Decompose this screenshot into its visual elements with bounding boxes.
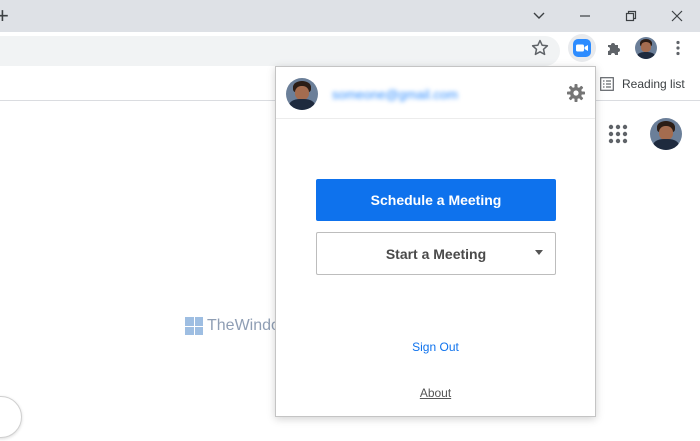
zoom-camera-icon — [573, 39, 591, 57]
about-link[interactable]: About — [276, 386, 595, 400]
popup-header: someone@gmail.com — [276, 67, 595, 119]
user-email: someone@gmail.com — [332, 87, 458, 102]
floating-circle-button[interactable] — [0, 396, 22, 438]
extensions-button[interactable] — [600, 34, 628, 62]
caret-down-icon[interactable] — [535, 250, 543, 255]
windows-logo-icon — [185, 317, 203, 335]
kebab-menu-icon — [676, 40, 680, 56]
account-avatar[interactable] — [650, 118, 682, 150]
profile-avatar[interactable] — [632, 34, 660, 62]
reading-list-icon — [600, 77, 614, 91]
browser-toolbar — [0, 32, 700, 68]
reading-list-label: Reading list — [622, 77, 685, 91]
close-button[interactable] — [654, 0, 700, 32]
zoom-extension-button[interactable] — [568, 34, 596, 62]
address-bar[interactable] — [0, 36, 560, 66]
start-meeting-label: Start a Meeting — [385, 245, 487, 262]
sign-out-link[interactable]: Sign Out — [276, 340, 595, 354]
gear-icon[interactable] — [566, 83, 586, 103]
browser-menu-button[interactable] — [664, 34, 692, 62]
restore-button[interactable] — [608, 0, 654, 32]
minimize-icon — [580, 15, 590, 17]
chevron-down-icon — [533, 12, 545, 19]
puzzle-icon — [608, 43, 620, 55]
tab-search-button[interactable] — [516, 0, 562, 32]
new-tab-button[interactable]: + — [0, 4, 16, 28]
google-apps-icon[interactable] — [608, 124, 628, 144]
minimize-button[interactable] — [562, 0, 608, 32]
user-avatar — [286, 78, 318, 110]
reading-list-button[interactable]: Reading list — [600, 74, 685, 94]
close-icon — [671, 10, 683, 22]
star-icon[interactable] — [530, 38, 550, 58]
title-bar: + — [0, 0, 700, 32]
schedule-meeting-button[interactable]: Schedule a Meeting — [316, 179, 556, 221]
zoom-extension-popup: someone@gmail.com Schedule a Meeting Sta… — [275, 66, 596, 417]
restore-icon — [625, 10, 637, 22]
start-meeting-button[interactable]: Start a Meeting — [316, 232, 556, 275]
